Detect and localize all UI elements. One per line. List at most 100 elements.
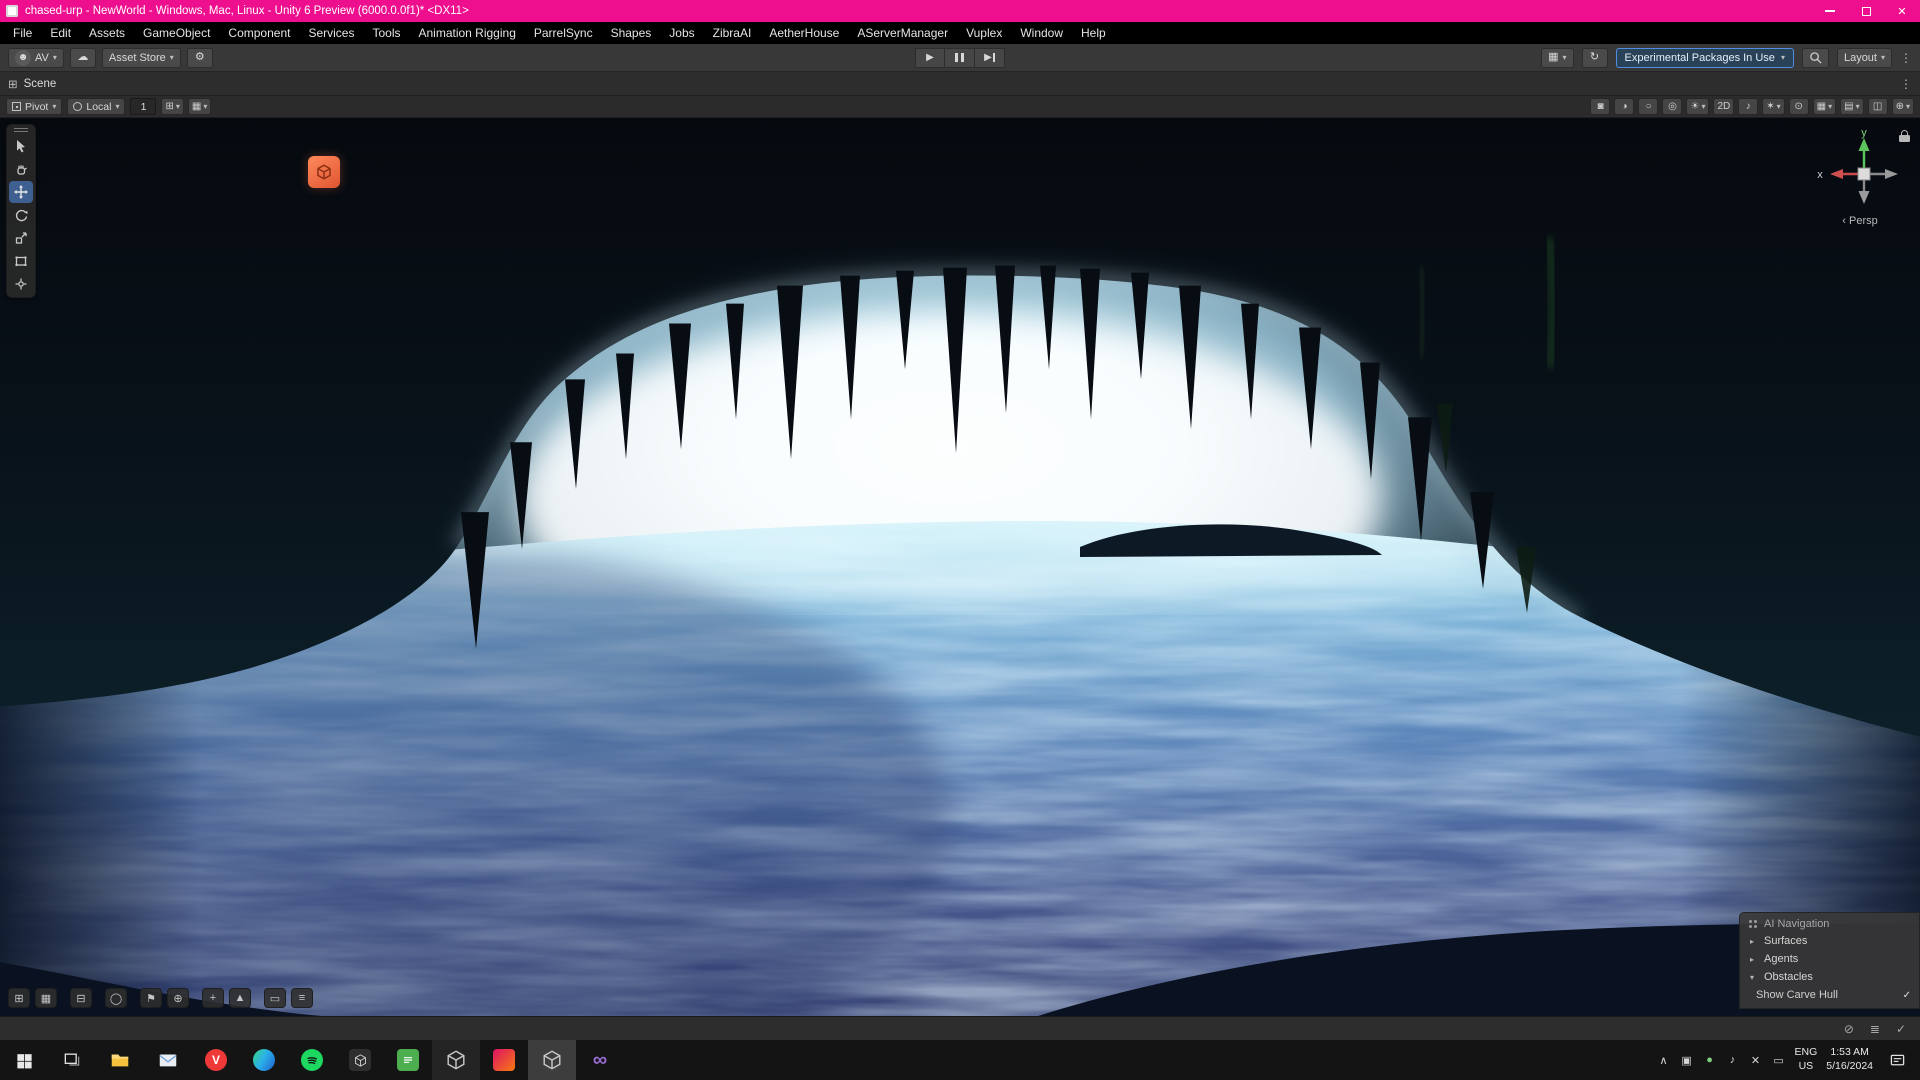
- maximize-button[interactable]: [1848, 0, 1884, 22]
- cloud-button[interactable]: ☁: [70, 48, 96, 68]
- scene-viewport[interactable]: y x ‹ Persp AI Navigation: [0, 118, 1920, 1016]
- tray-generic-icon[interactable]: ▣: [1680, 1054, 1694, 1067]
- history-button[interactable]: ↻: [1582, 48, 1608, 68]
- menu-parrelsync[interactable]: ParrelSync: [525, 23, 602, 43]
- menu-gameobject[interactable]: GameObject: [134, 23, 219, 43]
- menu-zibraai[interactable]: ZibraAI: [704, 23, 761, 43]
- start-button[interactable]: [0, 1040, 48, 1080]
- shaded-wireframe-icon[interactable]: ◎: [1662, 98, 1682, 115]
- ai-nav-row-show-carve-hull[interactable]: Show Carve Hull✓: [1740, 986, 1919, 1004]
- grid-visibility-icon[interactable]: ▦▾: [1813, 98, 1836, 115]
- overlays-icon[interactable]: ▤▾: [1840, 98, 1863, 115]
- menu-jobs[interactable]: Jobs: [660, 23, 703, 43]
- frame-icon[interactable]: ▭: [264, 988, 286, 1008]
- step-button[interactable]: ▶: [975, 48, 1005, 68]
- notes-app[interactable]: [384, 1040, 432, 1080]
- layers-dropdown[interactable]: ▦ ▾: [1541, 48, 1573, 68]
- grid-size-input[interactable]: 1: [130, 98, 156, 115]
- grid-snap-icon[interactable]: ⊞▾: [161, 98, 183, 115]
- terrain-icon[interactable]: ▲: [229, 988, 251, 1008]
- scene-tab[interactable]: Scene: [24, 78, 57, 90]
- circle-select-icon[interactable]: ◯: [105, 988, 127, 1008]
- spotify-app[interactable]: [288, 1040, 336, 1080]
- transform-tool[interactable]: [9, 273, 33, 295]
- scene-canvas[interactable]: [0, 118, 1920, 1016]
- measure-icon[interactable]: ⊟: [70, 988, 92, 1008]
- close-button[interactable]: ✕: [1884, 0, 1920, 22]
- layers-status-icon[interactable]: ≣: [1870, 1022, 1880, 1036]
- ai-nav-row-obstacles[interactable]: ▾Obstacles: [1740, 968, 1919, 986]
- experimental-packages-dropdown[interactable]: Experimental Packages In Use ▾: [1616, 48, 1794, 68]
- unity-hub-app[interactable]: [336, 1040, 384, 1080]
- hand-tool[interactable]: [9, 158, 33, 180]
- zoom-icon[interactable]: ⊕: [167, 988, 189, 1008]
- move-handle-icon[interactable]: +: [202, 988, 224, 1008]
- shading-mode-icon[interactable]: ◑: [1614, 98, 1634, 115]
- menu-component[interactable]: Component: [219, 23, 299, 43]
- wireframe-icon[interactable]: ○: [1638, 98, 1658, 115]
- asset-store-dropdown[interactable]: Asset Store ▾: [102, 48, 181, 68]
- tray-eco-icon[interactable]: ●: [1703, 1054, 1717, 1067]
- action-center-button[interactable]: [1882, 1040, 1912, 1080]
- menu-tools[interactable]: Tools: [363, 23, 409, 43]
- visual-studio-app[interactable]: ∞: [576, 1040, 624, 1080]
- tab-kebab-icon[interactable]: ⋮: [1900, 77, 1912, 91]
- layout-dropdown[interactable]: Layout ▾: [1837, 48, 1892, 68]
- unity-editor-active-app[interactable]: [528, 1040, 576, 1080]
- menu-aetherhouse[interactable]: AetherHouse: [760, 23, 848, 43]
- minimize-button[interactable]: [1812, 0, 1848, 22]
- tray-audio-icon[interactable]: ♪: [1726, 1054, 1740, 1067]
- pivot-dropdown[interactable]: Pivot ▾: [6, 98, 62, 115]
- language-indicator[interactable]: ENG US: [1795, 1046, 1818, 1073]
- task-view-button[interactable]: [48, 1040, 96, 1080]
- projection-mode-label[interactable]: ‹ Persp: [1808, 215, 1912, 227]
- kebab-menu-icon[interactable]: ⋮: [1900, 51, 1912, 65]
- menu-edit[interactable]: Edit: [41, 23, 80, 43]
- taskbar-clock[interactable]: 1:53 AM 5/16/2024: [1826, 1046, 1873, 1073]
- camera-icon[interactable]: ◫: [1868, 98, 1888, 115]
- ai-nav-row-agents[interactable]: ▸Agents: [1740, 950, 1919, 968]
- menu-animation-rigging[interactable]: Animation Rigging: [409, 23, 524, 43]
- scene-orientation-gizmo[interactable]: y x ‹ Persp: [1808, 122, 1912, 227]
- mode-2d-toggle[interactable]: 2D: [1713, 98, 1734, 115]
- tray-mute-icon[interactable]: ✕: [1749, 1054, 1763, 1067]
- play-button[interactable]: ▶: [915, 48, 945, 68]
- menu-vuplex[interactable]: Vuplex: [957, 23, 1011, 43]
- lock-icon[interactable]: [1899, 130, 1910, 142]
- menu-aservermanager[interactable]: AServerManager: [848, 23, 957, 43]
- menu-help[interactable]: Help: [1072, 23, 1115, 43]
- menu-services[interactable]: Services: [299, 23, 363, 43]
- account-dropdown[interactable]: ☻ AV ▾: [8, 48, 64, 68]
- gizmos-icon[interactable]: ⊕▾: [1892, 98, 1914, 115]
- ai-nav-row-surfaces[interactable]: ▸Surfaces: [1740, 932, 1919, 950]
- tray-network-icon[interactable]: ▭: [1772, 1054, 1786, 1067]
- grid-toggle-icon[interactable]: ▦: [35, 988, 57, 1008]
- rect-tool[interactable]: [9, 250, 33, 272]
- hidden-icons-chevron[interactable]: ∧: [1657, 1054, 1671, 1067]
- flag-marker-icon[interactable]: ⚑: [140, 988, 162, 1008]
- vivaldi-app[interactable]: V: [192, 1040, 240, 1080]
- ai-navigation-header[interactable]: AI Navigation: [1740, 916, 1919, 932]
- scale-tool[interactable]: [9, 227, 33, 249]
- rotate-tool[interactable]: [9, 204, 33, 226]
- snap-increment-icon[interactable]: ▦▾: [188, 98, 211, 115]
- unity-editor-app[interactable]: [432, 1040, 480, 1080]
- check-status-icon[interactable]: ✓: [1896, 1022, 1906, 1036]
- handle-space-dropdown[interactable]: Local ▾: [67, 98, 125, 115]
- view-tool[interactable]: [9, 135, 33, 157]
- lighting-icon[interactable]: ☀▾: [1686, 98, 1709, 115]
- file-explorer-app[interactable]: [96, 1040, 144, 1080]
- tool-strip-drag-handle[interactable]: [14, 128, 28, 132]
- menu-shapes[interactable]: Shapes: [602, 23, 661, 43]
- mail-app[interactable]: [144, 1040, 192, 1080]
- visibility-icon[interactable]: ⊙: [1789, 98, 1809, 115]
- edge-app[interactable]: [240, 1040, 288, 1080]
- menu-window[interactable]: Window: [1011, 23, 1072, 43]
- settings-button[interactable]: ⚙: [187, 48, 213, 68]
- move-tool[interactable]: [9, 181, 33, 203]
- scene-object-gizmo-icon[interactable]: [308, 156, 340, 188]
- select-filter-icon[interactable]: ⊞: [8, 988, 30, 1008]
- audio-icon[interactable]: ♪: [1738, 98, 1758, 115]
- notifications-status-icon[interactable]: ⊘: [1844, 1022, 1854, 1036]
- menu-file[interactable]: File: [4, 23, 41, 43]
